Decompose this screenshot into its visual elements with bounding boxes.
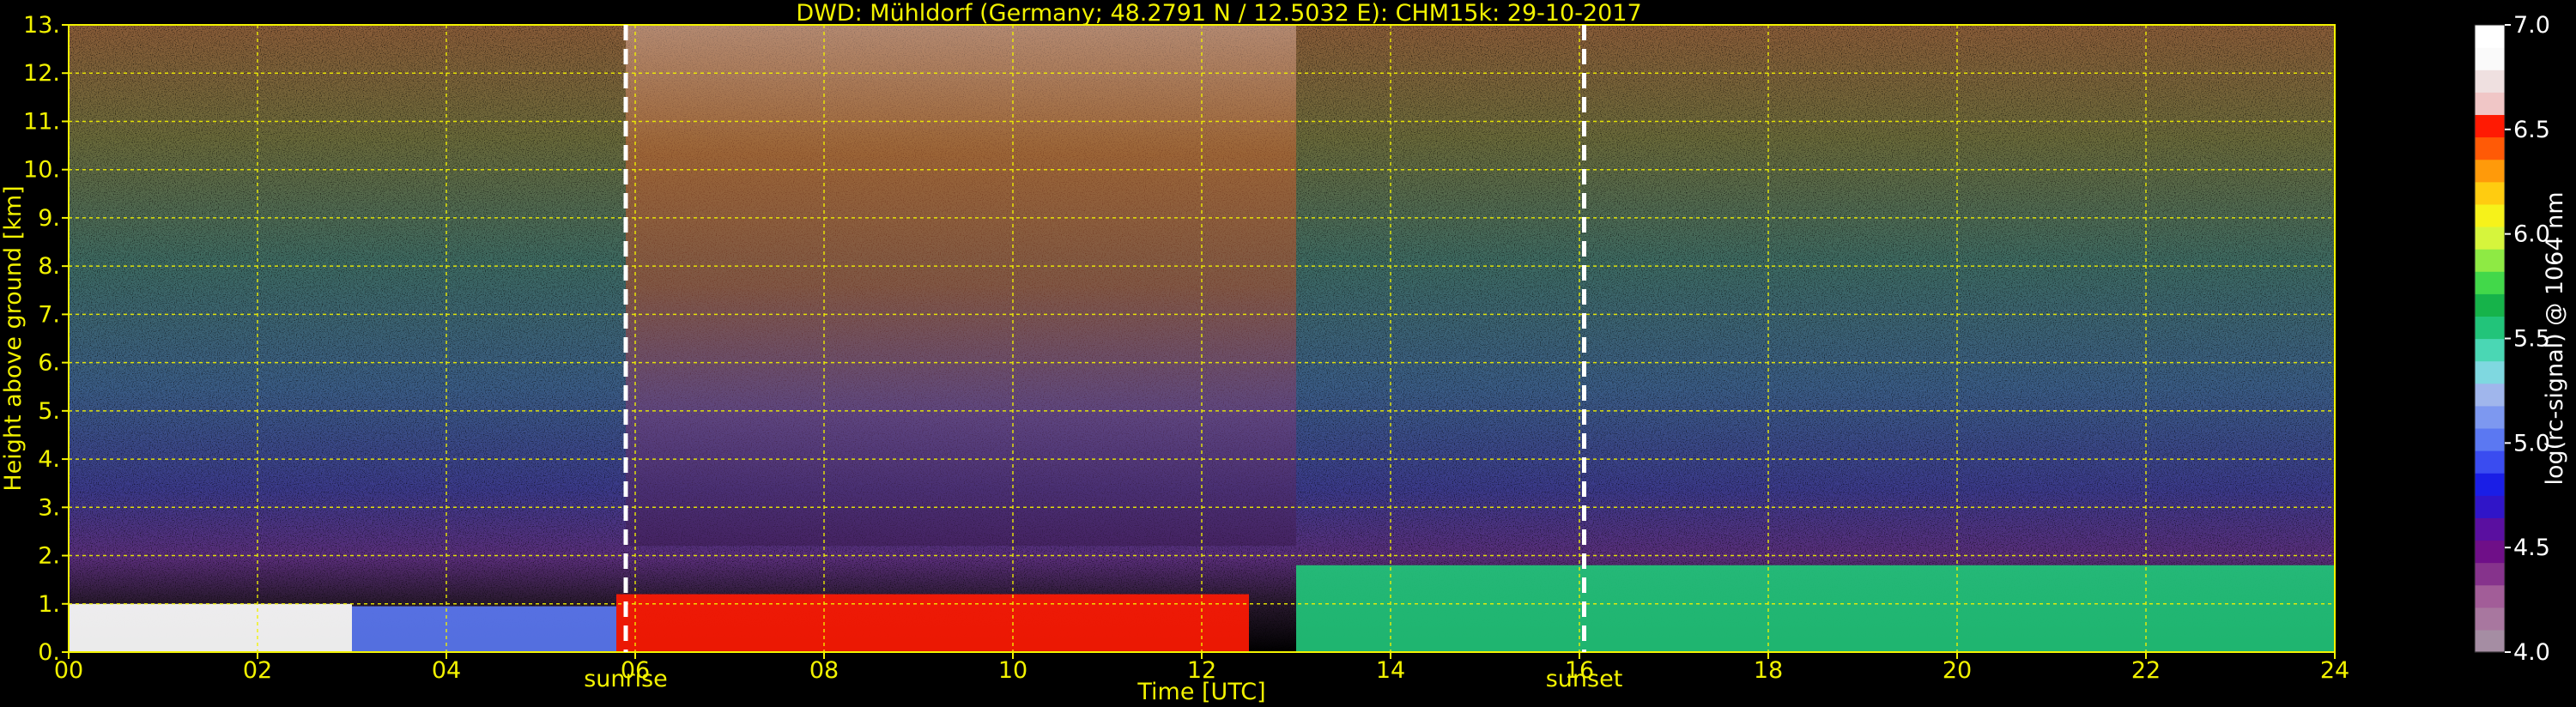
x-tick-label: 18 xyxy=(1754,657,1783,684)
y-tick-label: 7. xyxy=(38,301,60,328)
colorbar-segment xyxy=(2475,25,2505,48)
colorbar-segment xyxy=(2475,114,2505,138)
x-tick-label: 22 xyxy=(2131,657,2161,684)
colorbar-segment xyxy=(2475,607,2505,631)
plot-area xyxy=(69,25,2335,652)
y-tick-label: 8. xyxy=(38,253,60,280)
x-tick-label: 14 xyxy=(1376,657,1405,684)
y-tick-label: 13. xyxy=(23,12,60,39)
colorbar-tick-label: 7.0 xyxy=(2513,12,2550,39)
colorbar-segment xyxy=(2475,92,2505,116)
colorbar-segment xyxy=(2475,293,2505,317)
y-tick-label: 2. xyxy=(38,543,60,570)
colorbar-segment xyxy=(2475,159,2505,183)
x-tick-label: 24 xyxy=(2320,657,2349,684)
colorbar: 4.04.55.05.56.06.57.0 xyxy=(2474,12,2550,666)
colorbar-segment xyxy=(2475,203,2505,227)
colorbar-segment xyxy=(2475,338,2505,362)
x-tick-label: 10 xyxy=(998,657,1027,684)
colorbar-segment xyxy=(2475,181,2505,205)
colorbar-segment xyxy=(2475,271,2505,294)
y-tick-label: 4. xyxy=(38,446,60,473)
colorbar-segment xyxy=(2475,450,2505,474)
colorbar-segment xyxy=(2475,540,2505,564)
y-tick-label: 0. xyxy=(38,639,60,666)
colorbar-segment xyxy=(2475,517,2505,541)
y-tick-label: 10. xyxy=(23,157,60,184)
colorbar-segment xyxy=(2475,405,2505,429)
x-tick-label: 04 xyxy=(432,657,461,684)
y-tick-label: 6. xyxy=(38,350,60,377)
colorbar-segment xyxy=(2475,47,2505,70)
colorbar-tick-label: 6.5 xyxy=(2513,117,2550,143)
x-axis-label: Time [UTC] xyxy=(1136,679,1265,705)
boundary-layer-band xyxy=(69,603,352,652)
colorbar-tick-label: 4.5 xyxy=(2513,535,2550,561)
colorbar-segment xyxy=(2475,69,2505,93)
colorbar-segment xyxy=(2475,136,2505,160)
y-tick-label: 9. xyxy=(38,205,60,232)
y-tick-label: 1. xyxy=(38,591,60,618)
colorbar-segment xyxy=(2475,584,2505,608)
boundary-layer-band xyxy=(616,594,1249,652)
y-axis-label: Height above ground [km] xyxy=(0,185,27,491)
colorbar-segment xyxy=(2475,495,2505,518)
colorbar-label: log(rc-signal) @ 1064 nm xyxy=(2542,191,2568,485)
colorbar-segment xyxy=(2475,249,2505,272)
lidar-chart: 00 02 04 06 08 10 12 14 16 18 20 22 240.1.2.3.4.5.6.… xyxy=(0,0,2568,705)
daytime-signal-region xyxy=(626,25,1296,547)
x-tick-label: 20 xyxy=(1943,657,1972,684)
boundary-layer-band xyxy=(352,606,616,652)
colorbar-segment xyxy=(2475,473,2505,496)
y-tick-label: 11. xyxy=(23,108,60,135)
colorbar-segment xyxy=(2475,629,2505,653)
y-tick-label: 3. xyxy=(38,494,60,521)
colorbar-tick-label: 4.0 xyxy=(2513,639,2550,666)
colorbar-segment xyxy=(2475,316,2505,340)
x-tick-label: 02 xyxy=(243,657,272,684)
chart-title: DWD: Mühldorf (Germany; 48.2791 N / 12.5… xyxy=(796,0,1641,27)
y-tick-label: 5. xyxy=(38,398,60,425)
colorbar-segment xyxy=(2475,226,2505,250)
colorbar-segment xyxy=(2475,383,2505,407)
sunset-label: sunset xyxy=(1546,666,1623,692)
colorbar-segment xyxy=(2475,360,2505,384)
colorbar-segment xyxy=(2475,562,2505,586)
x-tick-label: 08 xyxy=(809,657,839,684)
colorbar-segment xyxy=(2475,427,2505,451)
boundary-layer-band xyxy=(1296,565,2335,652)
y-tick-label: 12. xyxy=(23,60,60,87)
sunrise-label: sunrise xyxy=(584,666,668,692)
